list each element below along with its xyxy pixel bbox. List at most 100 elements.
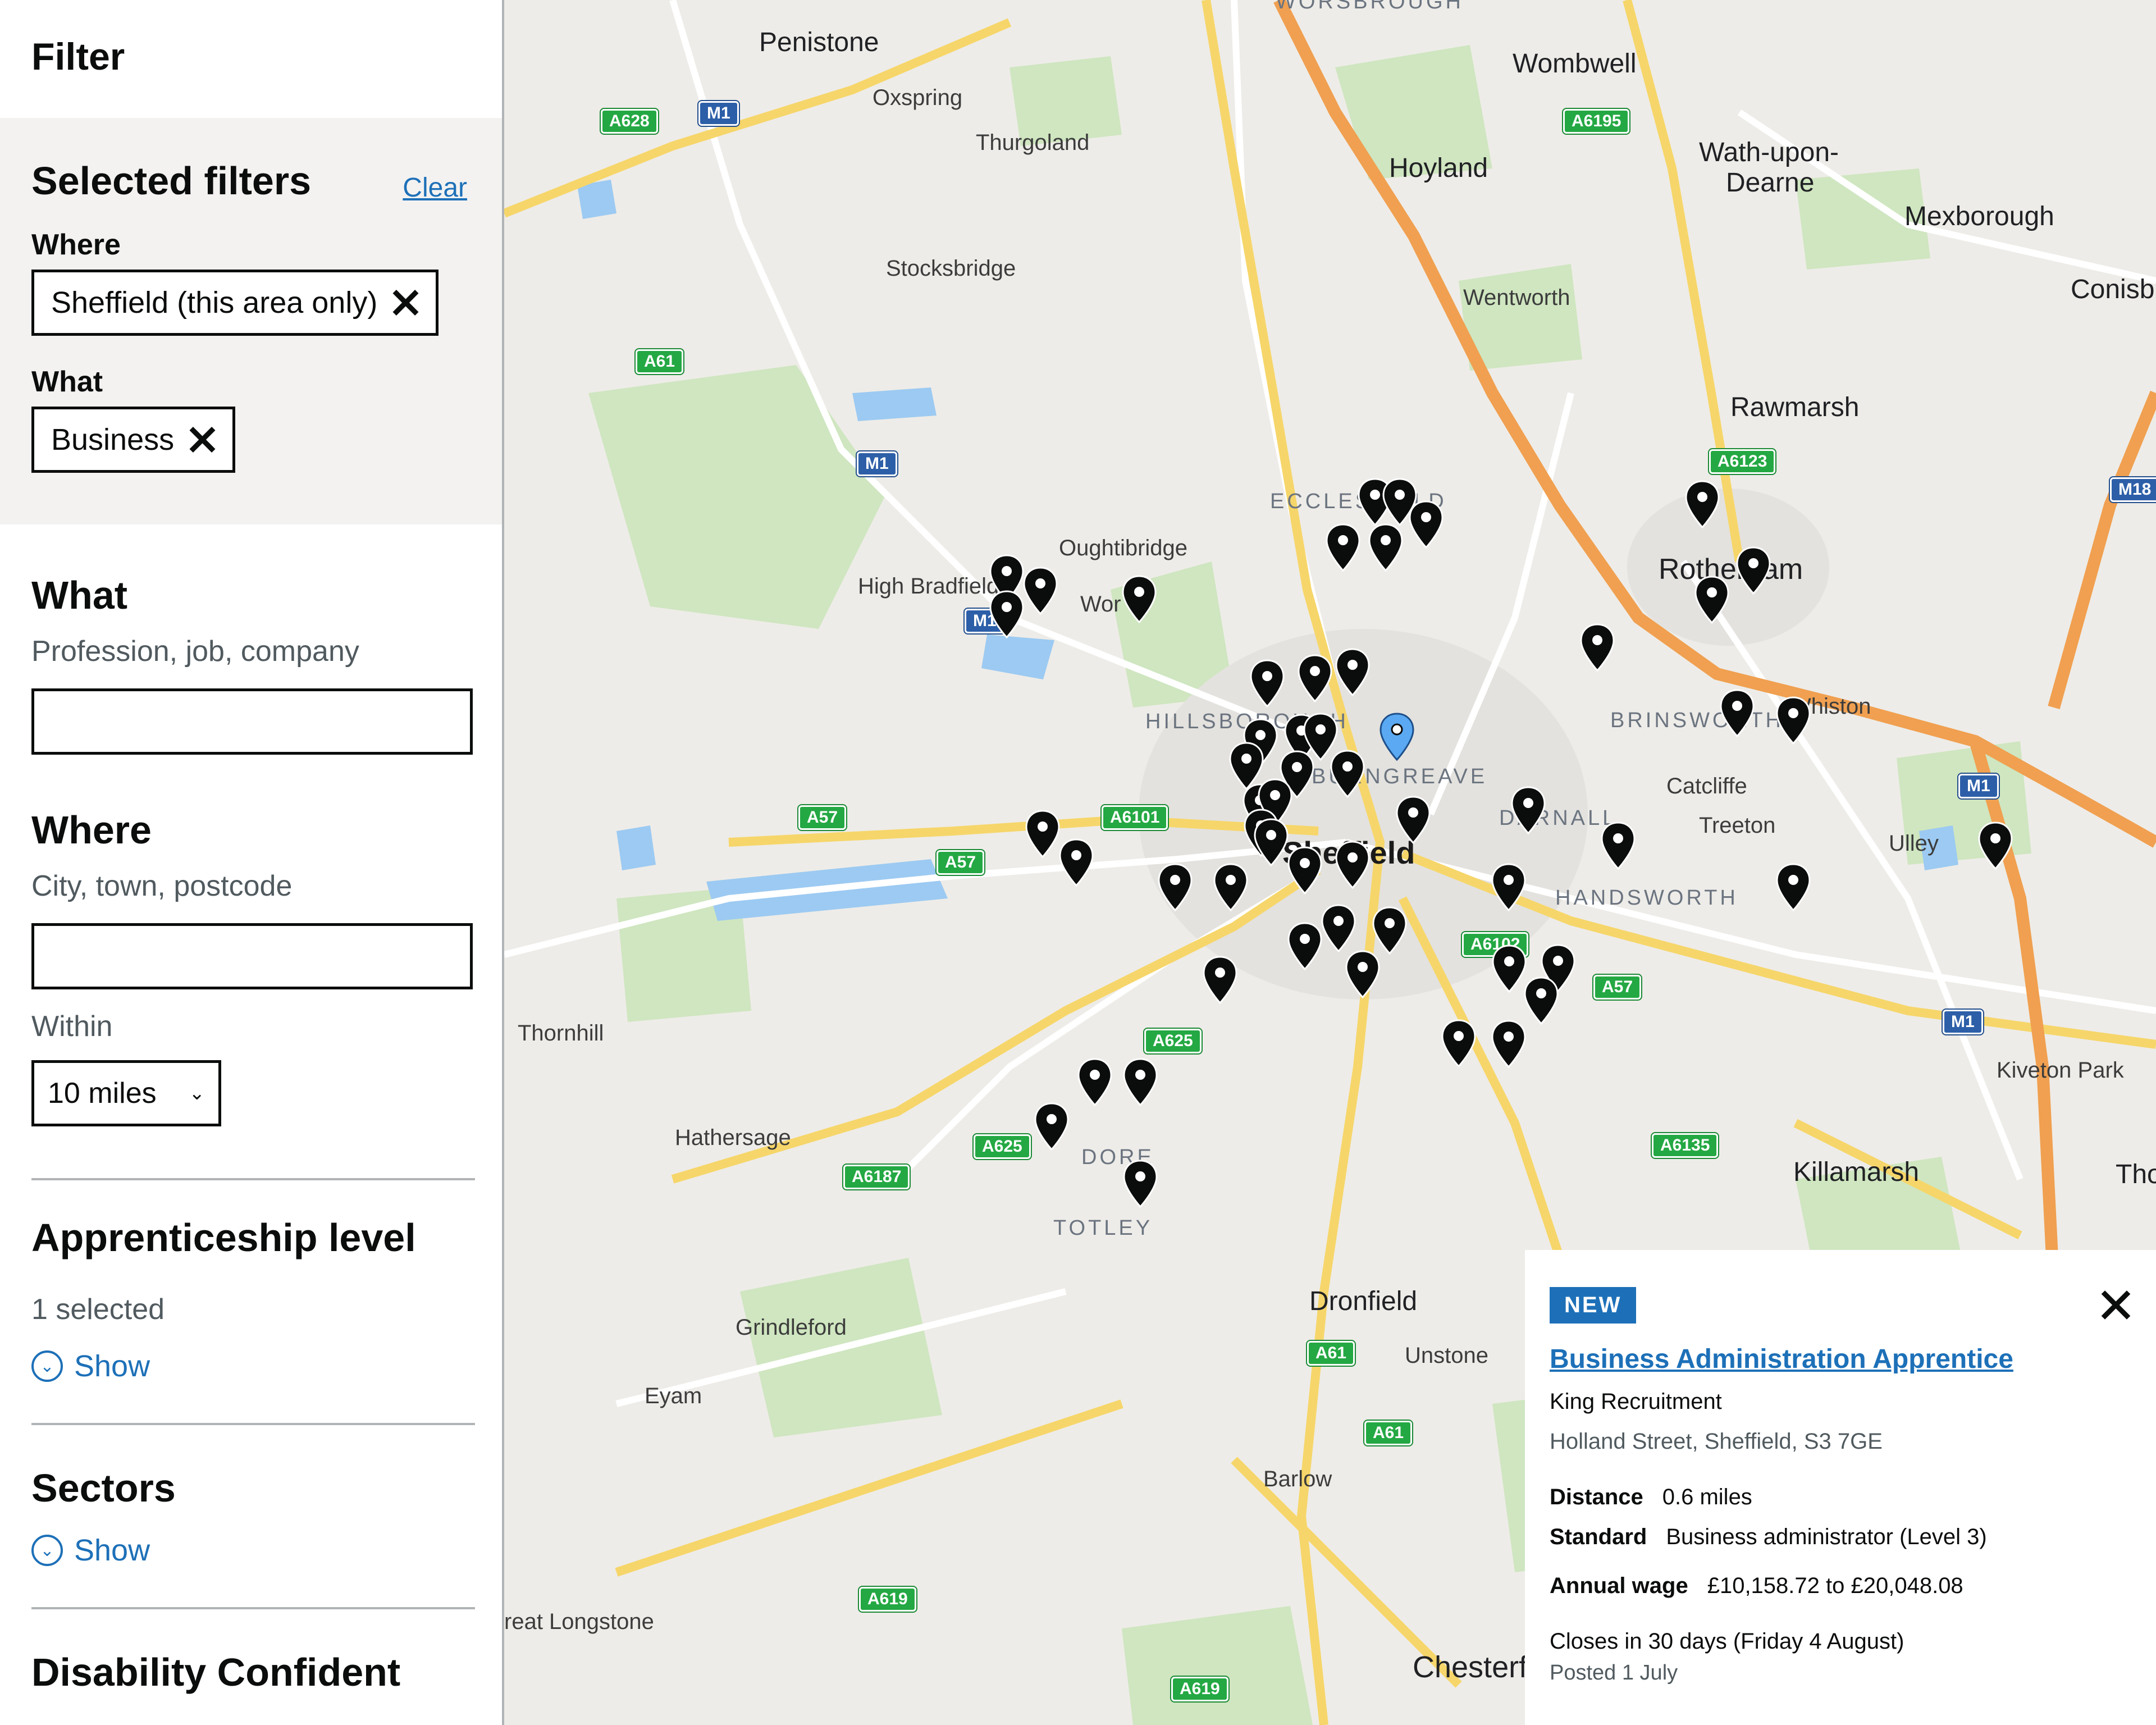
vacancy-pin-icon[interactable] <box>1372 906 1408 955</box>
clear-filters-link[interactable]: Clear <box>403 172 467 203</box>
map-place-label: Barlow <box>1263 1467 1332 1491</box>
apprenticeship-selected-count: 1 selected <box>31 1293 165 1326</box>
distance-value: 0.6 miles <box>1662 1485 1752 1509</box>
wage-value: £10,158.72 to £20,048.08 <box>1707 1573 1963 1598</box>
vacancy-title-link[interactable]: Business Administration Apprentice <box>1550 1344 2130 1375</box>
vacancy-pin-icon[interactable] <box>1523 976 1559 1025</box>
vacancy-pin-icon[interactable] <box>1579 623 1615 672</box>
apprenticeship-show-toggle[interactable]: ⌄ Show <box>31 1349 475 1384</box>
vacancy-pin-icon[interactable] <box>1491 863 1527 911</box>
vacancy-pin-icon[interactable] <box>1122 1160 1158 1208</box>
wage-label: Annual wage <box>1550 1573 1688 1598</box>
road-shield: A57 <box>1593 975 1642 1000</box>
map-place-label: Tho <box>2116 1160 2156 1189</box>
vacancy-pin-icon[interactable] <box>1121 575 1157 623</box>
standard-label: Standard <box>1550 1525 1647 1549</box>
vacancy-pin-icon[interactable] <box>1491 944 1527 993</box>
vacancy-pin-icon[interactable] <box>1213 863 1249 911</box>
what-filter-value: Business <box>51 423 175 457</box>
where-filter-chip[interactable]: Sheffield (this area only) <box>31 270 439 336</box>
vacancy-pin-icon[interactable] <box>1775 863 1811 911</box>
map-place-label: Treeton <box>1699 813 1776 838</box>
road-shield: M1 <box>857 451 897 476</box>
vacancy-pin-icon[interactable] <box>1395 796 1431 844</box>
road-shield: A625 <box>974 1134 1031 1159</box>
road-shield: A61 <box>636 349 684 374</box>
map-place-label: reat Longstone <box>504 1609 654 1634</box>
what-title: What <box>31 573 128 617</box>
vacancy-pin-icon[interactable] <box>1441 1019 1477 1067</box>
vacancy-pin-icon[interactable] <box>1491 1020 1527 1068</box>
vacancy-pin-icon[interactable] <box>1034 1102 1070 1151</box>
vacancy-pin-icon[interactable] <box>1022 567 1058 615</box>
standard-row: Standard Business administrator (Level 3… <box>1550 1525 2130 1550</box>
vacancy-pin-icon[interactable] <box>1321 904 1356 952</box>
close-icon[interactable] <box>2100 1289 2131 1321</box>
vacancy-pin-icon[interactable] <box>1775 696 1811 745</box>
within-select[interactable]: 10 miles ⌄ <box>31 1060 221 1126</box>
road-shield: A6135 <box>1652 1133 1719 1158</box>
what-filter-chip[interactable]: Business <box>31 407 236 473</box>
distance-row: Distance 0.6 miles <box>1550 1485 2130 1510</box>
vacancy-pin-icon[interactable] <box>1287 922 1323 970</box>
selected-where-label: Where <box>31 229 121 261</box>
vacancy-pin-icon[interactable] <box>989 590 1025 638</box>
vacancy-pin-icon[interactable] <box>1122 1058 1158 1106</box>
vacancy-address: Holland Street, Sheffield, S3 7GE <box>1550 1429 1883 1454</box>
map-place-label: Kiveton Park <box>1997 1058 2124 1083</box>
remove-what-filter-icon[interactable] <box>188 425 217 454</box>
road-shield: A6101 <box>1102 805 1168 830</box>
vacancy-pin-icon[interactable] <box>1510 786 1546 834</box>
what-input[interactable] <box>31 688 473 755</box>
map-place-label: Wath-upon- <box>1699 138 1839 167</box>
vacancy-pin-icon[interactable] <box>1335 841 1371 889</box>
road-shield: A619 <box>1171 1677 1228 1701</box>
map-place-label: BRINSWORTH <box>1610 709 1784 732</box>
road-shield: A6123 <box>1709 449 1776 474</box>
what-hint: Profession, job, company <box>31 635 359 668</box>
vacancy-pin-icon[interactable] <box>1330 750 1365 798</box>
vacancy-pin-icon[interactable] <box>1249 659 1285 708</box>
vacancy-pin-icon[interactable] <box>1600 822 1636 870</box>
map-place-label: Thurgoland <box>976 130 1090 155</box>
map-place-label: Oxspring <box>873 85 963 110</box>
road-shield: A57 <box>937 850 985 875</box>
new-badge: NEW <box>1550 1287 1637 1324</box>
map-place-label: HANDSWORTH <box>1555 886 1738 910</box>
vacancy-pin-icon[interactable] <box>1335 648 1371 696</box>
vacancy-pin-icon[interactable] <box>1077 1058 1113 1106</box>
vacancy-pin-icon[interactable] <box>1694 576 1730 624</box>
map-place-label: Rawmarsh <box>1730 393 1860 422</box>
vacancy-pin-icon[interactable] <box>1408 500 1444 549</box>
map-place-label: Hathersage <box>675 1125 791 1150</box>
road-shield: A6187 <box>843 1165 910 1189</box>
vacancy-pin-icon[interactable] <box>1977 822 2013 870</box>
vacancy-pin-icon[interactable] <box>1253 818 1289 866</box>
vacancy-pin-icon[interactable] <box>1684 480 1720 528</box>
vacancy-pin-icon[interactable] <box>1202 956 1238 1004</box>
vacancy-pin-icon[interactable] <box>1297 654 1333 702</box>
road-shield: M1 <box>698 101 739 126</box>
where-input[interactable] <box>31 923 473 989</box>
vacancy-pin-icon[interactable] <box>1719 689 1755 737</box>
vacancy-pin-icon[interactable] <box>1025 810 1061 858</box>
map-place-label: Dearne <box>1726 168 1815 198</box>
vacancy-pin-icon[interactable] <box>1345 950 1381 998</box>
road-shield: A57 <box>798 805 847 830</box>
divider <box>31 1178 475 1180</box>
vacancy-pin-icon[interactable] <box>1157 863 1193 911</box>
vacancy-pin-icon[interactable] <box>1325 523 1361 572</box>
posted-date: Posted 1 July <box>1550 1661 1678 1685</box>
road-shield: M18 <box>2110 477 2156 502</box>
apprenticeship-level-title: Apprenticeship level <box>31 1216 416 1259</box>
map-place-label: Mexborough <box>1904 202 2054 231</box>
vacancy-pin-icon[interactable] <box>1287 846 1323 895</box>
vacancy-pin-icon[interactable] <box>1368 523 1404 572</box>
map-place-label: Wor <box>1080 592 1121 617</box>
vacancy-pin-icon[interactable] <box>1058 838 1094 887</box>
remove-where-filter-icon[interactable] <box>391 288 420 317</box>
vacancy-pin-icon[interactable] <box>1735 546 1771 595</box>
sectors-show-toggle[interactable]: ⌄ Show <box>31 1533 475 1568</box>
selected-vacancy-pin-icon[interactable] <box>1379 713 1415 761</box>
map-place-label: Ulley <box>1889 831 1939 856</box>
